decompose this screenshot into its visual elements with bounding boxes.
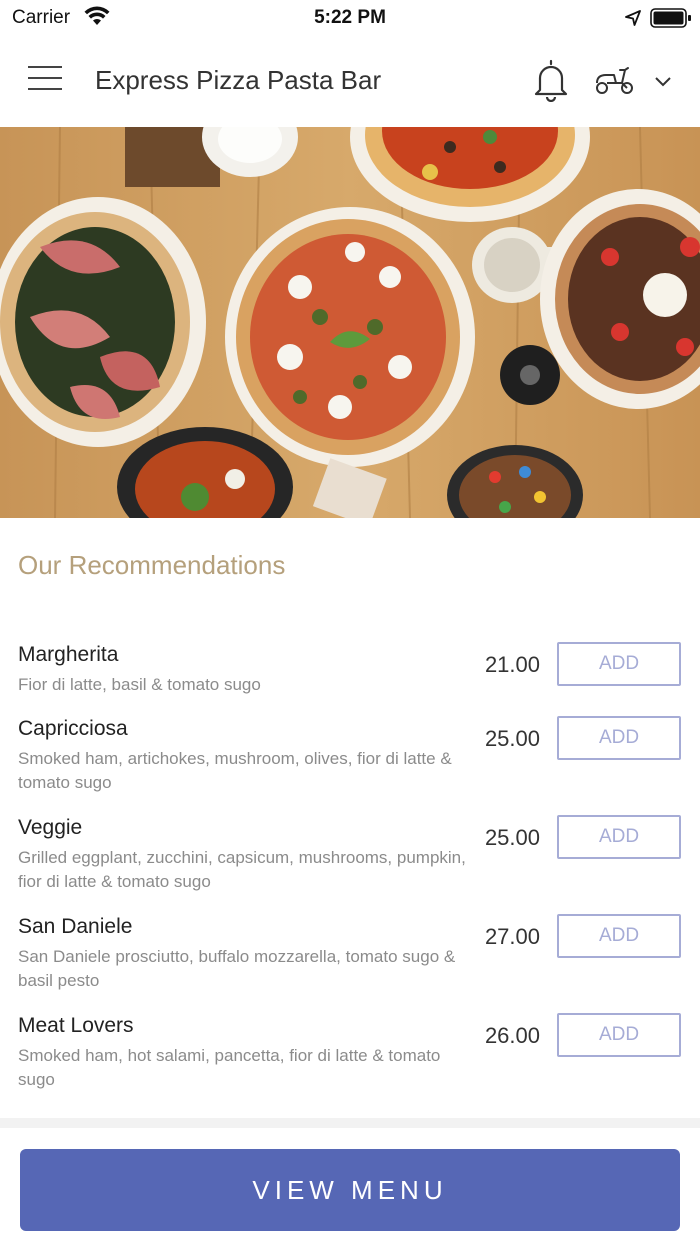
item-name: San Daniele	[18, 915, 133, 938]
restaurant-title: Express Pizza Pasta Bar	[95, 65, 382, 95]
view-menu-button[interactable]: VIEW MENU	[20, 1149, 680, 1231]
item-price: 27.00	[484, 924, 540, 949]
section-title: Our Recommendations	[18, 550, 286, 580]
item-name: Capricciosa	[18, 717, 128, 740]
add-button[interactable]: ADD	[557, 914, 681, 958]
add-button[interactable]: ADD	[557, 716, 681, 760]
item-description: San Daniele prosciutto, buffalo mozzarel…	[18, 947, 456, 990]
item-name: Meat Lovers	[18, 1014, 134, 1037]
location-arrow-icon	[625, 10, 641, 26]
add-button[interactable]: ADD	[557, 642, 681, 686]
item-price: 26.00	[484, 1023, 540, 1048]
item-name: Margherita	[18, 643, 119, 666]
item-price: 21.00	[484, 652, 540, 677]
item-price: 25.00	[484, 825, 540, 850]
bell-icon[interactable]	[532, 58, 570, 102]
status-time: 5:22 PM	[314, 7, 386, 28]
item-description: Fior di latte, basil & tomato sugo	[18, 675, 261, 694]
battery-icon	[650, 8, 691, 28]
item-description: Grilled eggplant, zucchini, capsicum, mu…	[18, 848, 466, 891]
item-description: Smoked ham, artichokes, mushroom, olives…	[18, 749, 452, 792]
item-description: Smoked ham, hot salami, pancetta, fior d…	[18, 1046, 441, 1089]
item-price: 25.00	[484, 726, 540, 751]
hamburger-menu-icon[interactable]	[28, 66, 68, 96]
hero-food-image	[0, 127, 700, 518]
add-button[interactable]: ADD	[557, 815, 681, 859]
app-header: Express Pizza Pasta Bar	[0, 36, 700, 126]
chevron-down-icon[interactable]	[654, 76, 672, 88]
divider	[0, 1118, 700, 1128]
scooter-icon[interactable]	[594, 64, 636, 96]
item-name: Veggie	[18, 816, 83, 839]
add-button[interactable]: ADD	[557, 1013, 681, 1057]
status-bar: Carrier 5:22 PM	[0, 0, 700, 36]
